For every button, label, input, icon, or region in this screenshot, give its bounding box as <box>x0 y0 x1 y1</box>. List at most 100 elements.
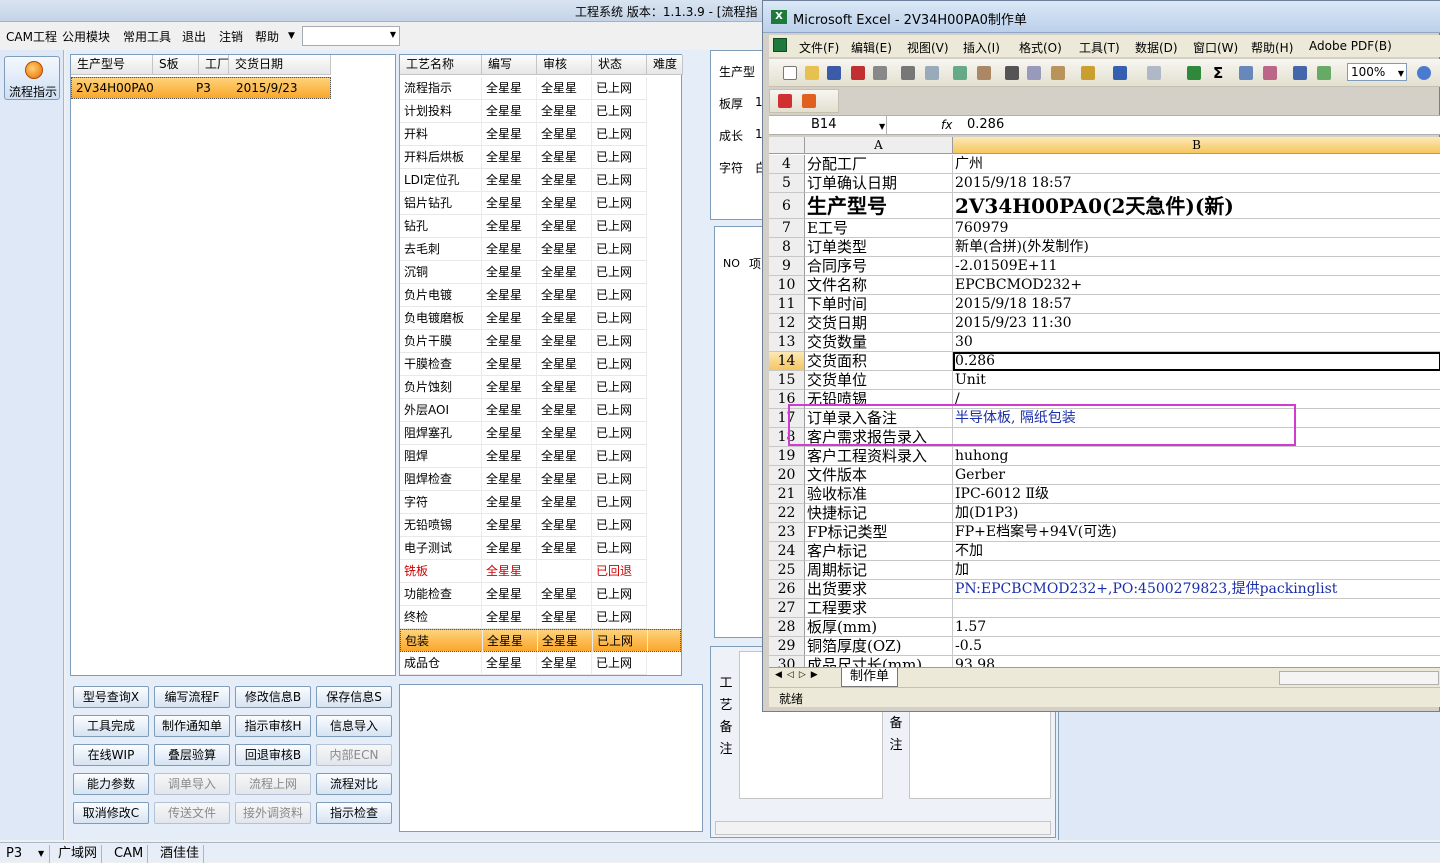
row-header[interactable]: 27 <box>769 599 805 618</box>
cell-b[interactable]: 加 <box>953 561 1440 580</box>
table-row[interactable]: 电子测试 全星星 全星星 已上网 <box>400 537 681 560</box>
action-button[interactable]: 内部ECN <box>316 744 392 766</box>
hyperlink-icon[interactable] <box>1187 66 1201 80</box>
col-header-sboard[interactable]: S板 <box>153 55 199 75</box>
col-header-delivery[interactable]: 交货日期 <box>229 55 331 75</box>
sheet-nav-arrows[interactable]: ◀◁▷▶ <box>775 670 823 680</box>
action-button[interactable]: 在线WIP <box>73 744 149 766</box>
table-row[interactable]: 阻焊 全星星 全星星 已上网 <box>400 445 681 468</box>
help-dropdown-icon[interactable]: ▼ <box>288 31 295 41</box>
menu-public[interactable]: 公用模块 <box>62 28 110 45</box>
xl-menu-window[interactable]: 窗口(W) <box>1193 39 1238 56</box>
table-row[interactable]: 钻孔 全星星 全星星 已上网 <box>400 215 681 238</box>
cell-a[interactable]: 出货要求 <box>805 580 953 599</box>
action-button[interactable]: 制作通知单 <box>154 715 230 737</box>
table-row[interactable]: 去毛刺 全星星 全星星 已上网 <box>400 238 681 261</box>
status-tab-user[interactable]: 酒佳佳 <box>156 845 205 863</box>
cell-b[interactable]: EPCBCMOD232+ <box>953 276 1440 295</box>
cell-a[interactable]: 文件版本 <box>805 466 953 485</box>
table-row[interactable]: 沉铜 全星星 全星星 已上网 <box>400 261 681 284</box>
xl-menu-data[interactable]: 数据(D) <box>1135 39 1178 56</box>
action-button[interactable]: 编写流程F <box>154 686 230 708</box>
row-header[interactable]: 10 <box>769 276 805 295</box>
row-header[interactable]: 24 <box>769 542 805 561</box>
cell-a[interactable]: 客户工程资料录入 <box>805 447 953 466</box>
xl-menu-format[interactable]: 格式(O) <box>1019 39 1062 56</box>
cell-b[interactable]: 2015/9/18 18:57 <box>953 295 1440 314</box>
action-button[interactable]: 指示审核H <box>235 715 311 737</box>
cell-a[interactable]: 合同序号 <box>805 257 953 276</box>
fx-icon[interactable]: fx <box>941 116 952 134</box>
action-button[interactable]: 信息导入 <box>316 715 392 737</box>
cell-a[interactable]: 板厚(mm) <box>805 618 953 637</box>
cell-a[interactable]: 周期标记 <box>805 561 953 580</box>
cell-b[interactable]: 30 <box>953 333 1440 352</box>
action-button[interactable]: 传送文件 <box>154 802 230 824</box>
cell-b[interactable]: -0.5 <box>953 637 1440 656</box>
table-row[interactable]: 流程指示 全星星 全星星 已上网 <box>400 77 681 100</box>
table-row[interactable]: 无铅喷锡 全星星 全星星 已上网 <box>400 514 681 537</box>
action-button[interactable]: 流程上网 <box>235 773 311 795</box>
cell-b[interactable]: 93.98 <box>953 656 1440 667</box>
cell-b[interactable]: Gerber <box>953 466 1440 485</box>
spelling-icon[interactable] <box>953 66 967 80</box>
xl-menu-help[interactable]: 帮助(H) <box>1251 39 1293 56</box>
row-header[interactable]: 13 <box>769 333 805 352</box>
row-header[interactable]: 19 <box>769 447 805 466</box>
table-row[interactable]: 2V34H00PA0 P3 2015/9/23 <box>71 77 331 99</box>
cell-b[interactable]: PN:EPCBCMOD232+,PO:4500279823,提供packingl… <box>953 580 1440 599</box>
cell-b[interactable]: 2015/9/23 11:30 <box>953 314 1440 333</box>
format-painter-icon[interactable] <box>1081 66 1095 80</box>
row-header[interactable]: 11 <box>769 295 805 314</box>
table-row[interactable]: 成品仓 全星星 全星星 已上网 <box>400 652 681 675</box>
menu-cam[interactable]: CAM工程 <box>6 28 57 45</box>
col-header-model[interactable]: 生产型号 <box>71 55 153 75</box>
action-button[interactable]: 工具完成 <box>73 715 149 737</box>
table-row[interactable]: 阻焊检查 全星星 全星星 已上网 <box>400 468 681 491</box>
autosum-icon[interactable]: Σ <box>1213 64 1223 82</box>
table-row[interactable]: 计划投料 全星星 全星星 已上网 <box>400 100 681 123</box>
cell-b[interactable]: -2.01509E+11 <box>953 257 1440 276</box>
row-header[interactable]: 7 <box>769 219 805 238</box>
row-header[interactable]: 12 <box>769 314 805 333</box>
cell-a[interactable]: 铜箔厚度(OZ) <box>805 637 953 656</box>
cell-a[interactable]: 工程要求 <box>805 599 953 618</box>
row-header[interactable]: 25 <box>769 561 805 580</box>
table-row[interactable]: LDI定位孔 全星星 全星星 已上网 <box>400 169 681 192</box>
cell-a[interactable]: 验收标准 <box>805 485 953 504</box>
xl-menu-edit[interactable]: 编辑(E) <box>851 39 892 56</box>
table-row[interactable]: 铣板 全星星 已回退 <box>400 560 681 583</box>
action-button[interactable]: 回退审核B <box>235 744 311 766</box>
col-header-author[interactable]: 编写 <box>482 55 537 75</box>
cell-a[interactable]: 交货日期 <box>805 314 953 333</box>
cell-b[interactable] <box>953 599 1440 618</box>
row-header[interactable]: 14 <box>769 352 805 371</box>
top-combo[interactable]: ▼ <box>302 26 400 46</box>
row-header[interactable]: 28 <box>769 618 805 637</box>
xl-menu-insert[interactable]: 插入(I) <box>963 39 1000 56</box>
cell-b[interactable]: huhong <box>953 447 1440 466</box>
table-row[interactable]: 字符 全星星 全星星 已上网 <box>400 491 681 514</box>
table-row[interactable]: 负电镀磨板 全星星 全星星 已上网 <box>400 307 681 330</box>
menu-tools[interactable]: 常用工具 <box>123 28 171 45</box>
open-icon[interactable] <box>805 66 819 80</box>
xl-menu-tools[interactable]: 工具(T) <box>1079 39 1120 56</box>
cell-b[interactable]: 2V34H00PA0(2天急件)(新) <box>953 193 1440 219</box>
menu-logout[interactable]: 注销 <box>219 28 243 45</box>
action-button[interactable]: 流程对比 <box>316 773 392 795</box>
formula-input[interactable]: 0.286 <box>967 116 1004 134</box>
permission-icon[interactable] <box>873 66 887 80</box>
row-header[interactable]: 15 <box>769 371 805 390</box>
paste-icon[interactable] <box>1051 66 1065 80</box>
table-row[interactable]: 开料后烘板 全星星 全星星 已上网 <box>400 146 681 169</box>
drawing-icon[interactable] <box>1317 66 1331 80</box>
col-header-factory[interactable]: 工厂 <box>199 55 229 75</box>
bottom-notes[interactable] <box>399 684 703 832</box>
row-header[interactable]: 21 <box>769 485 805 504</box>
help-icon[interactable] <box>1417 66 1431 80</box>
col-header-difficulty[interactable]: 难度 <box>647 55 683 75</box>
cell-b[interactable]: 不加 <box>953 542 1440 561</box>
status-tab-wan[interactable]: 广域网 <box>54 845 103 863</box>
redo-icon[interactable] <box>1147 66 1161 80</box>
action-button[interactable]: 调单导入 <box>154 773 230 795</box>
